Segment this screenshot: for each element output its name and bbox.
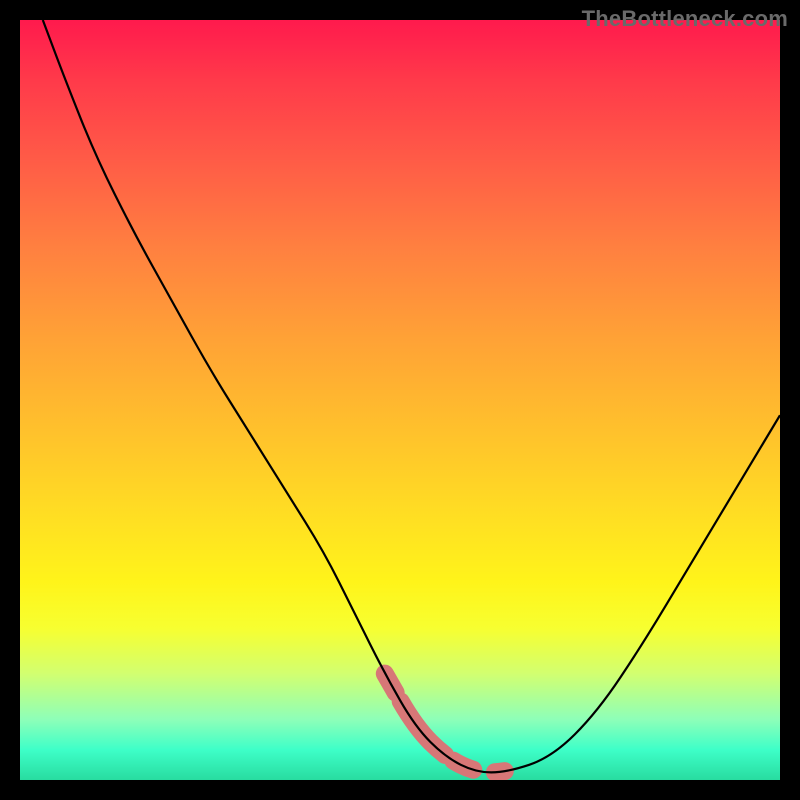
curve-svg bbox=[20, 20, 780, 780]
chart-frame: TheBottleneck.com bbox=[0, 0, 800, 800]
plot-area bbox=[20, 20, 780, 780]
watermark-label: TheBottleneck.com bbox=[582, 6, 788, 32]
bottleneck-curve bbox=[43, 20, 780, 772]
flat-zone-marker bbox=[385, 674, 552, 773]
